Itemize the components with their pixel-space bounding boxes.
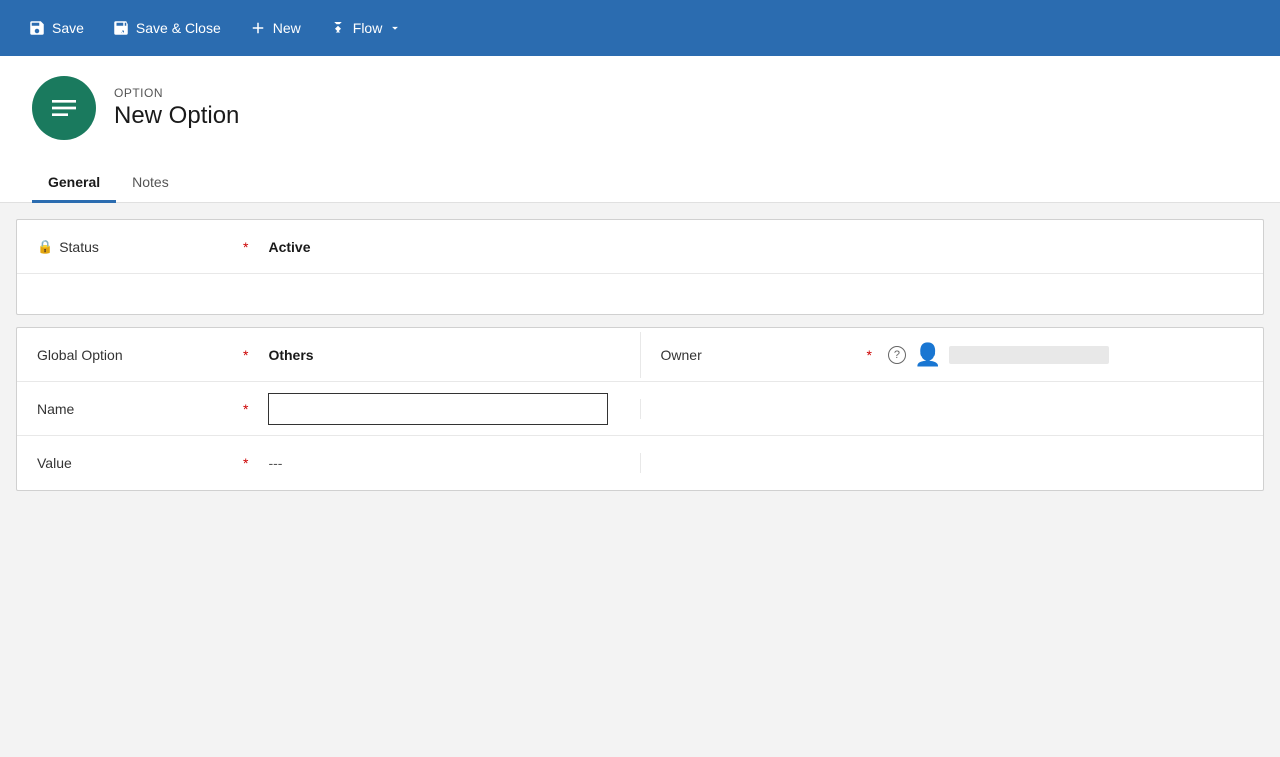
value-label-container: Value [37, 455, 237, 471]
person-icon: 👤 [914, 342, 941, 368]
entity-info: OPTION New Option [114, 86, 239, 130]
entity-header: OPTION New Option [32, 76, 1248, 156]
name-col: Name * [17, 383, 640, 435]
status-label-container: 🔒 Status [37, 239, 237, 255]
flow-icon [329, 19, 347, 37]
toolbar: Save Save & Close New Flow [0, 0, 1280, 56]
status-section: 🔒 Status * Active [16, 219, 1264, 315]
global-option-label: Global Option [37, 347, 123, 363]
value-col: Value * --- [17, 445, 640, 481]
chevron-down-icon [388, 21, 402, 35]
owner-label: Owner [661, 347, 702, 363]
header-area: OPTION New Option General Notes [0, 56, 1280, 203]
save-close-label: Save & Close [136, 20, 221, 36]
global-option-col: Global Option * Others [17, 337, 640, 373]
save-close-button[interactable]: Save & Close [100, 13, 233, 43]
value-value: --- [248, 455, 282, 471]
save-close-icon [112, 19, 130, 37]
save-icon [28, 19, 46, 37]
new-label: New [273, 20, 301, 36]
status-value: Active [248, 239, 1243, 255]
global-option-label-container: Global Option [37, 347, 237, 363]
avatar [32, 76, 96, 140]
flow-label: Flow [353, 20, 383, 36]
name-label: Name [37, 401, 74, 417]
name-input[interactable] [268, 393, 608, 425]
tab-general[interactable]: General [32, 164, 116, 203]
entity-name: New Option [114, 102, 239, 130]
name-required: * [243, 401, 248, 417]
flow-button[interactable]: Flow [317, 13, 415, 43]
new-button[interactable]: New [237, 13, 313, 43]
value-row: Value * --- [17, 436, 1263, 490]
owner-col: Owner * ? 👤 [640, 332, 1264, 378]
owner-value [949, 346, 1109, 364]
save-button[interactable]: Save [16, 13, 96, 43]
value-label: Value [37, 455, 72, 471]
avatar-icon [48, 92, 80, 124]
owner-label-container: Owner [661, 347, 861, 363]
owner-field-area: ? 👤 [872, 342, 1109, 368]
help-icon[interactable]: ? [888, 346, 906, 364]
name-row: Name * [17, 382, 1263, 436]
tab-notes[interactable]: Notes [116, 164, 185, 203]
content-area: 🔒 Status * Active Global Option * Others… [0, 203, 1280, 757]
save-label: Save [52, 20, 84, 36]
global-owner-row: Global Option * Others Owner * ? 👤 [17, 328, 1263, 382]
status-empty-row [17, 274, 1263, 314]
value-right-empty [640, 453, 1264, 473]
lock-icon: 🔒 [37, 239, 53, 255]
entity-type: OPTION [114, 86, 239, 100]
details-section: Global Option * Others Owner * ? 👤 [16, 327, 1264, 491]
status-label: Status [59, 239, 99, 255]
global-option-value: Others [248, 347, 619, 363]
new-icon [249, 19, 267, 37]
name-right-empty [640, 399, 1264, 419]
status-row: 🔒 Status * Active [17, 220, 1263, 274]
tabs: General Notes [32, 164, 1248, 202]
name-label-container: Name [37, 401, 237, 417]
